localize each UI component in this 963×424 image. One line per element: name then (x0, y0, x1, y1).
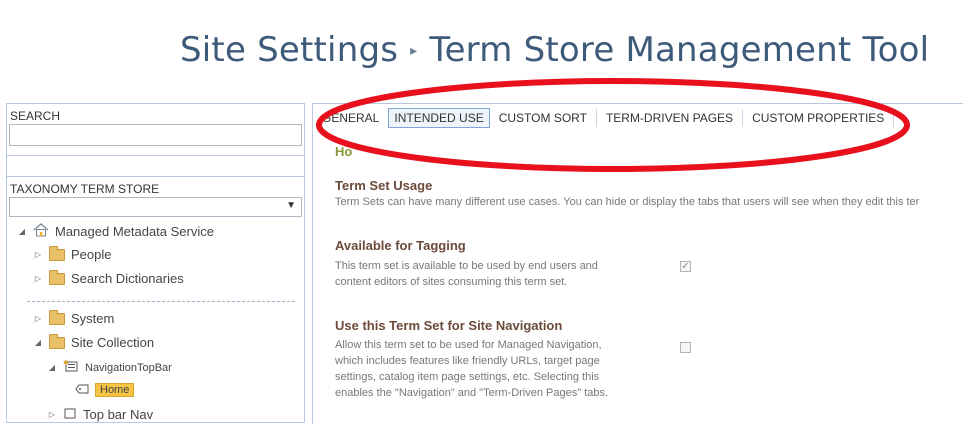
tree-node-home[interactable]: Home (75, 383, 135, 397)
divider (7, 155, 304, 156)
tree-node-system[interactable]: ▷ System (33, 309, 115, 326)
tree-node-search-dictionaries[interactable]: ▷ Search Dictionaries (33, 269, 184, 286)
site-navigation-desc-4: enables the "Navigation" and "Term-Drive… (335, 387, 609, 399)
collapsed-toggle-icon[interactable]: ▷ (33, 274, 43, 283)
collapsed-toggle-icon[interactable]: ▷ (33, 314, 43, 323)
tree-node-managed-metadata-service[interactable]: ◢ Managed Metadata Service (17, 223, 214, 240)
page-title: Site Settings ▸ Term Store Management Tool (180, 30, 929, 70)
taxonomy-panel: SEARCH TAXONOMY TERM STORE ▼ ◢ Managed M… (6, 103, 305, 423)
available-for-tagging-desc-2: content editors of sites consuming this … (335, 276, 568, 288)
term-set-properties-panel: GENERAL INTENDED USE CUSTOM SORT TERM-DR… (312, 103, 963, 424)
tree-node-people[interactable]: ▷ People (33, 245, 112, 262)
tab-general[interactable]: GENERAL (321, 108, 385, 128)
tree-node-label: NavigationTopBar (85, 361, 172, 374)
folder-icon (49, 245, 65, 261)
expanded-toggle-icon[interactable]: ◢ (17, 227, 27, 236)
tab-separator (742, 109, 744, 127)
term-tag-icon (75, 384, 89, 397)
available-for-tagging-checkbox[interactable]: ✓ (680, 261, 691, 272)
divider (7, 176, 304, 177)
folder-icon (49, 309, 65, 325)
site-navigation-desc-3: settings, catalog item page settings, et… (335, 371, 600, 383)
tree-node-label: Search Dictionaries (71, 271, 184, 286)
breadcrumb-term-store: Term Store Management Tool (429, 30, 930, 70)
tab-bar: GENERAL INTENDED USE CUSTOM SORT TERM-DR… (321, 108, 897, 128)
term-set-usage-desc: Term Sets can have many different use ca… (335, 196, 920, 208)
tab-intended-use[interactable]: INTENDED USE (388, 108, 490, 128)
tree-node-label: Site Collection (71, 335, 155, 350)
svg-text:✱: ✱ (63, 359, 69, 367)
house-icon (33, 223, 49, 240)
tree-node-label: System (71, 311, 115, 326)
breadcrumb-site-settings[interactable]: Site Settings (180, 30, 398, 70)
available-for-tagging-heading: Available for Tagging (335, 238, 466, 253)
breadcrumb-separator-icon: ▸ (410, 43, 418, 59)
tree-node-label-selected: Home (95, 383, 135, 397)
term-store-select[interactable]: ▼ (9, 197, 302, 217)
dropdown-arrow-icon: ▼ (286, 200, 296, 211)
tab-custom-sort[interactable]: CUSTOM SORT (493, 108, 593, 128)
tree-divider (27, 301, 295, 302)
expanded-toggle-icon[interactable]: ◢ (47, 363, 57, 372)
tab-term-driven-pages[interactable]: TERM-DRIVEN PAGES (600, 108, 739, 128)
term-set-title: Ho (335, 144, 353, 159)
tab-separator (595, 109, 597, 127)
folder-icon (49, 333, 65, 349)
collapsed-toggle-icon[interactable]: ▷ (33, 250, 43, 259)
available-for-tagging-desc-1: This term set is available to be used by… (335, 260, 598, 272)
tab-separator (893, 109, 895, 127)
site-navigation-checkbox[interactable] (680, 342, 691, 353)
search-input[interactable] (9, 124, 302, 146)
tree-node-site-collection[interactable]: ◢ Site Collection (33, 333, 155, 350)
tree-node-label: Managed Metadata Service (55, 224, 214, 239)
search-label: SEARCH (10, 109, 61, 123)
expanded-toggle-icon[interactable]: ◢ (33, 338, 43, 347)
tree-node-navigation-top-bar[interactable]: ◢ ✱ NavigationTopBar (47, 359, 172, 376)
tree-node-label: People (71, 247, 112, 262)
term-set-icon: ✱ (63, 359, 79, 376)
site-navigation-heading: Use this Term Set for Site Navigation (335, 318, 563, 333)
tab-custom-properties[interactable]: CUSTOM PROPERTIES (746, 108, 890, 128)
term-set-usage-heading: Term Set Usage (335, 178, 433, 193)
site-navigation-desc-2: which includes features like friendly UR… (335, 355, 600, 367)
site-navigation-desc-1: Allow this term set to be used for Manag… (335, 339, 602, 351)
folder-icon (49, 269, 65, 285)
taxonomy-label: TAXONOMY TERM STORE (10, 182, 160, 196)
